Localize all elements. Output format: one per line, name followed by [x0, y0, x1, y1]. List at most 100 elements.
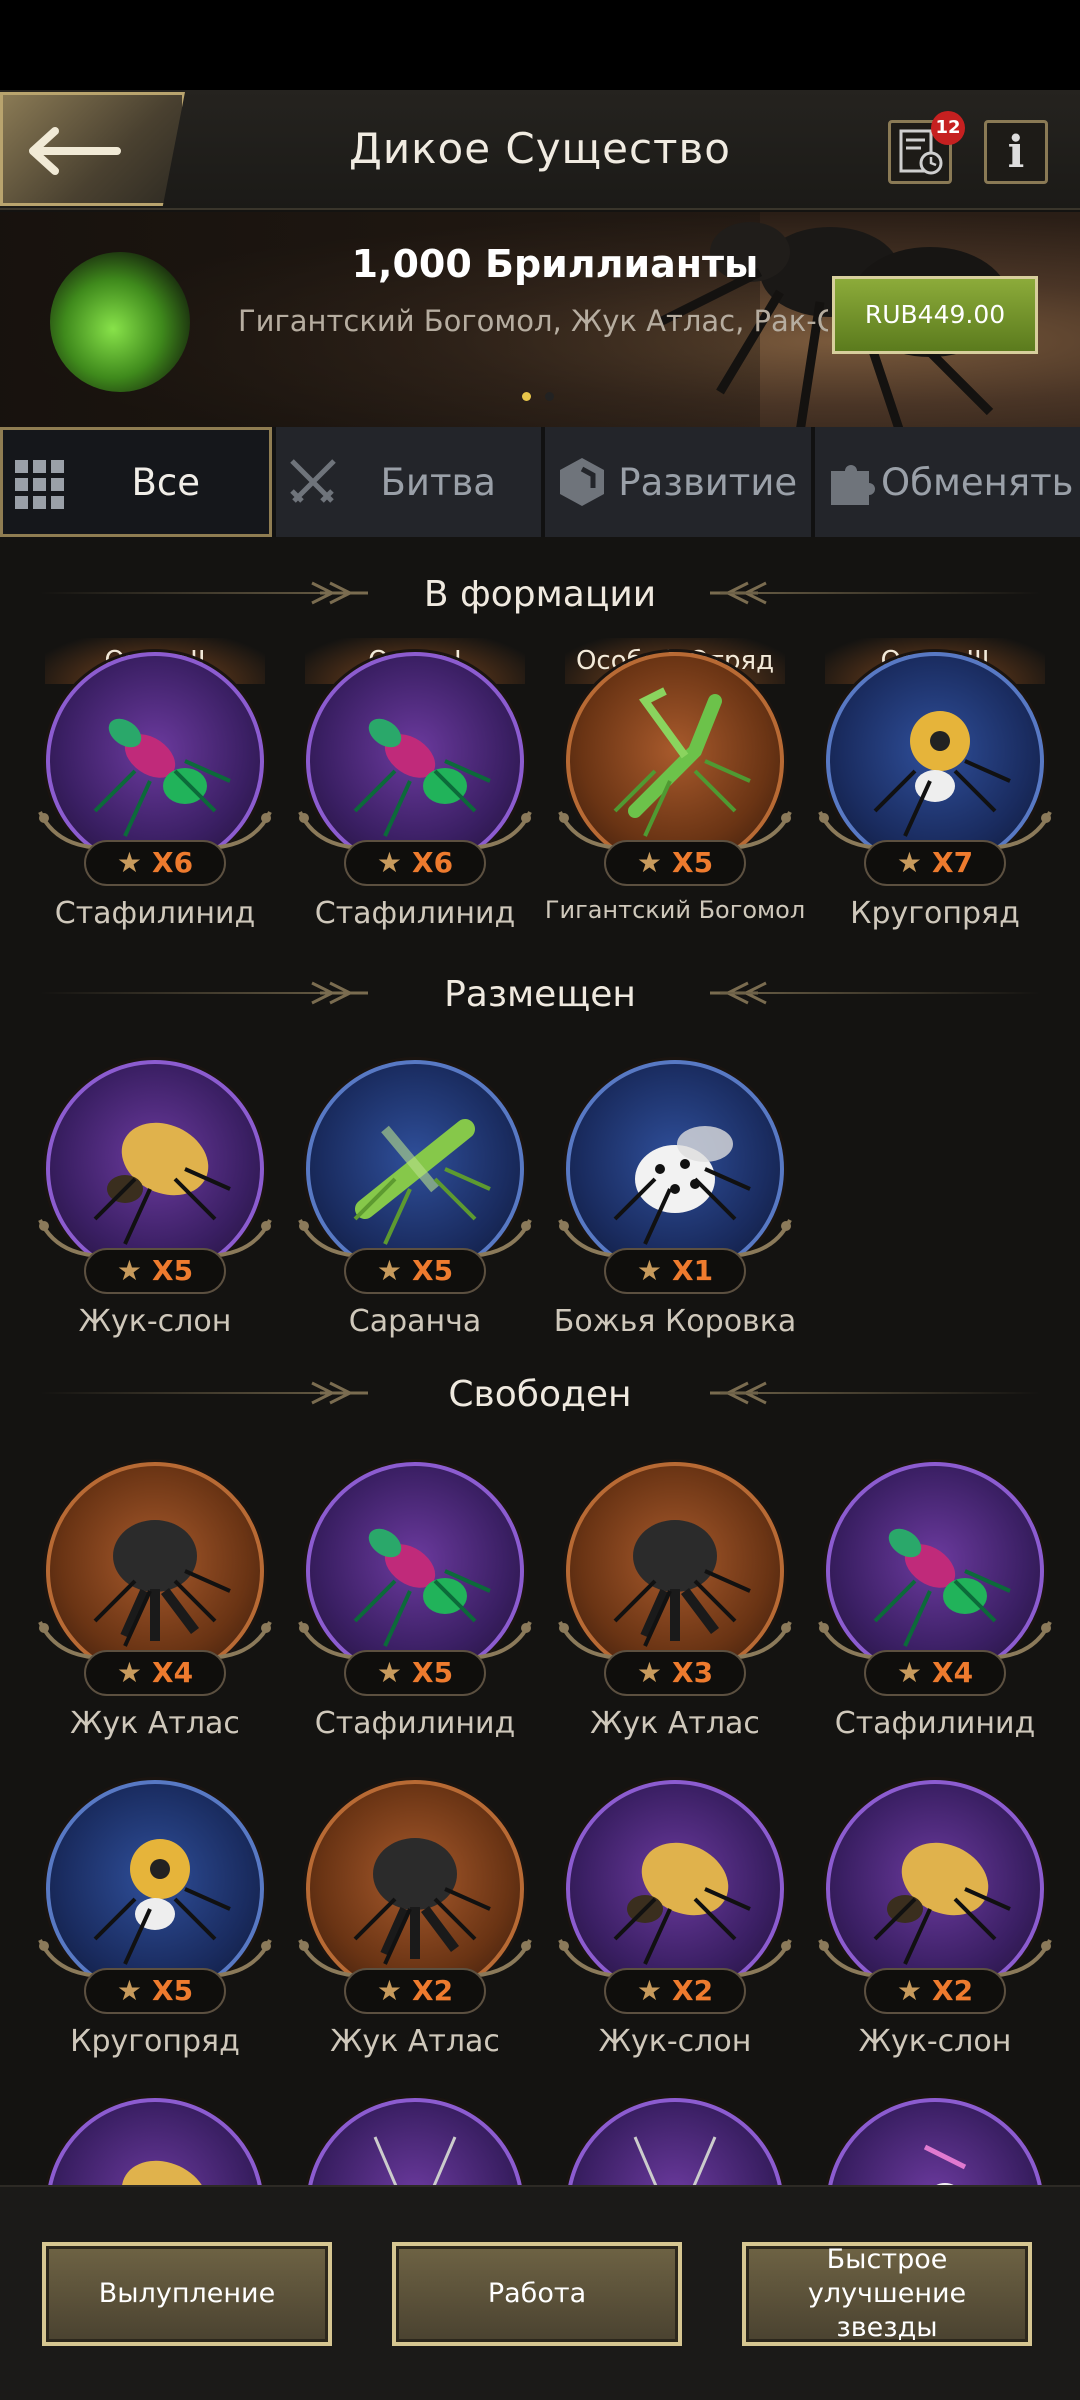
bottom-action-bar: Вылупление Работа Быстрое улучшение звез…	[0, 2185, 1080, 2400]
creature-name: Жук Атлас	[330, 2024, 500, 2059]
banner-subtitle: Гигантский Богомол, Жук Атлас, Рак-От	[238, 304, 828, 338]
creature-name: Стафилинид	[834, 1706, 1036, 1741]
section-formation: В формации	[0, 574, 1080, 615]
tab-battle[interactable]: Битва	[275, 427, 541, 537]
star-count: X6	[412, 846, 454, 879]
star-icon: ★	[636, 1974, 663, 2007]
star-level-badge: ★ X2	[344, 1968, 486, 2014]
quick-star-upgrade-button[interactable]: Быстрое улучшение звезды	[742, 2242, 1032, 2346]
work-button[interactable]: Работа	[392, 2242, 682, 2346]
star-icon: ★	[376, 1254, 403, 1287]
offer-banner[interactable]: 1,000 Бриллианты Гигантский Богомол, Жук…	[0, 212, 1080, 427]
section-title: В формации	[423, 574, 657, 615]
star-count: X7	[932, 846, 974, 879]
puzzle-icon	[830, 465, 875, 505]
star-icon: ★	[116, 846, 143, 879]
tab-label: Развитие	[618, 460, 798, 504]
creature-name: Стафилинид	[54, 896, 256, 931]
star-level-badge: ★ X1	[604, 1248, 746, 1294]
star-icon: ★	[116, 1656, 143, 1689]
creature-name: Божья Коровка	[553, 1304, 797, 1339]
grid-icon	[15, 460, 64, 509]
star-icon: ★	[376, 1656, 403, 1689]
hexagon-icon	[560, 458, 604, 506]
star-count: X2	[932, 1974, 974, 2007]
creature-name: Жук Атлас	[70, 1706, 240, 1741]
star-icon: ★	[896, 1656, 923, 1689]
tab-all[interactable]: Все	[0, 427, 272, 537]
star-icon: ★	[636, 1656, 663, 1689]
star-level-badge: ★ X5	[84, 1248, 226, 1294]
creature-name: Стафилинид	[314, 1706, 516, 1741]
wing-ornament-icon	[311, 581, 368, 605]
creature-card[interactable]: ★ X2 Жук-слон	[558, 1780, 792, 2080]
tab-label: Битва	[380, 460, 496, 504]
tab-label: Обменять	[881, 460, 1074, 504]
wing-ornament-icon	[311, 981, 368, 1005]
star-level-badge: ★ X3	[604, 1650, 746, 1696]
creature-card[interactable]: ★ X2 Жук Атлас	[298, 1780, 532, 2080]
star-count: X5	[672, 846, 714, 879]
status-bar	[0, 0, 1080, 90]
creature-card[interactable]: ★ X1 Божья Коровка	[554, 1060, 796, 1360]
star-count: X1	[672, 1254, 714, 1287]
star-count: X4	[152, 1656, 194, 1689]
star-level-badge: ★ X7	[864, 840, 1006, 886]
section-free: Свободен	[0, 1374, 1080, 1415]
star-icon: ★	[636, 846, 663, 879]
star-icon: ★	[376, 846, 403, 879]
creature-name: Гигантский Богомол	[544, 896, 806, 924]
creature-card[interactable]: ★ X5 Жук-слон	[38, 1060, 272, 1360]
creature-card[interactable]: ОтрядI★X6Стафилинид	[298, 638, 532, 938]
creature-card[interactable]: ★ X4 Стафилинид	[818, 1462, 1052, 1762]
star-level-badge: ★ X5	[84, 1968, 226, 2014]
star-count: X2	[412, 1974, 454, 2007]
star-level-badge: ★ X5	[604, 840, 746, 886]
info-icon: i	[1007, 127, 1025, 178]
creature-card[interactable]: ★ X5 Стафилинид	[298, 1462, 532, 1762]
tab-bar: Все Битва Развитие Обменять	[0, 427, 1080, 537]
crossed-swords-icon	[289, 459, 336, 503]
creature-card[interactable]: ★ X2 Жук-слон	[818, 1780, 1052, 2080]
info-button[interactable]: i	[984, 120, 1048, 184]
creature-name: Кругопряд	[850, 896, 1020, 931]
star-icon: ★	[636, 1254, 663, 1287]
creature-card[interactable]: ★ X5 Саранча	[298, 1060, 532, 1360]
creature-card[interactable]: ★ X3 Жук Атлас	[558, 1462, 792, 1762]
creature-card[interactable]: ★ X5 Кругопряд	[38, 1780, 272, 2080]
star-level-badge: ★ X2	[604, 1968, 746, 2014]
creature-card[interactable]: ОтрядII★X6Стафилинид	[38, 638, 272, 938]
star-count: X5	[412, 1254, 454, 1287]
carousel-dots	[522, 386, 568, 405]
creature-name: Стафилинид	[314, 896, 516, 931]
star-count: X5	[152, 1254, 194, 1287]
tab-label: Все	[131, 460, 201, 504]
star-count: X2	[672, 1974, 714, 2007]
tab-development[interactable]: Развитие	[545, 427, 811, 537]
hatch-button[interactable]: Вылупление	[42, 2242, 332, 2346]
star-icon: ★	[896, 1974, 923, 2007]
star-level-badge: ★ X4	[84, 1650, 226, 1696]
star-count: X4	[932, 1656, 974, 1689]
wing-ornament-icon	[311, 1381, 368, 1405]
notification-badge: 12	[931, 111, 965, 145]
tab-exchange[interactable]: Обменять	[814, 427, 1080, 537]
creature-card[interactable]: Особый Отряд★X5Гигантский Богомол	[545, 638, 805, 938]
creature-name: Жук-слон	[78, 1304, 232, 1339]
header: Дикое Существо 12 i	[0, 90, 1080, 210]
buy-button[interactable]: RUB449.00	[832, 276, 1038, 354]
star-icon: ★	[376, 1974, 403, 2007]
star-icon: ★	[116, 1254, 143, 1287]
section-title: Свободен	[448, 1374, 632, 1415]
creature-card[interactable]: ОтрядIII★X7Кругопряд	[818, 638, 1052, 938]
creature-name: Жук Атлас	[590, 1706, 760, 1741]
star-level-badge: ★ X2	[864, 1968, 1006, 2014]
creature-card[interactable]: ★ X4 Жук Атлас	[38, 1462, 272, 1762]
creature-name: Жук-слон	[858, 2024, 1012, 2059]
star-level-badge: ★ X6	[84, 840, 226, 886]
section-placed: Размещен	[0, 974, 1080, 1015]
star-level-badge: ★ X4	[864, 1650, 1006, 1696]
star-level-badge: ★ X6	[344, 840, 486, 886]
log-button[interactable]: 12	[888, 111, 965, 184]
creature-name: Саранча	[348, 1304, 482, 1339]
